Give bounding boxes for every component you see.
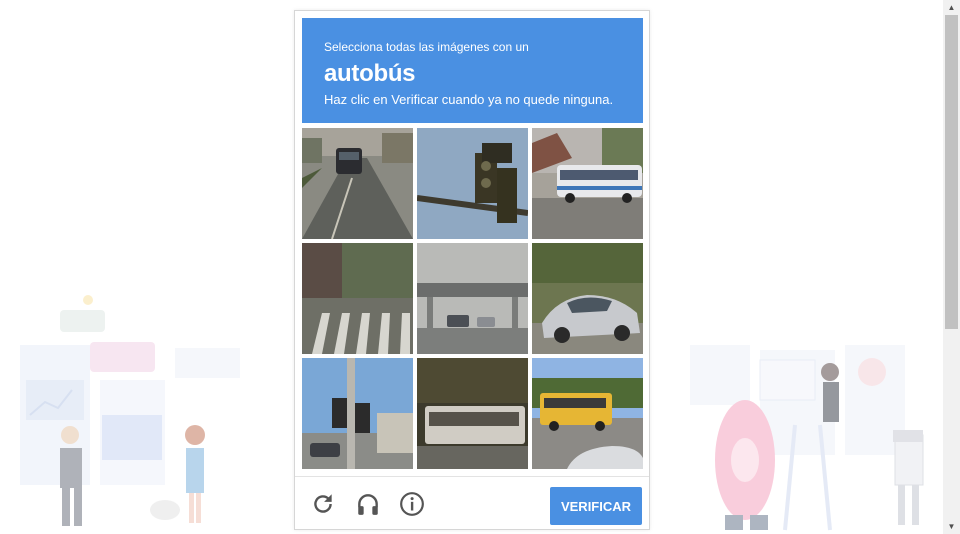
instruction-text: Selecciona todas las imágenes con un <box>324 40 529 54</box>
background-illustration-right <box>690 345 924 531</box>
image-tile[interactable] <box>302 128 413 239</box>
scroll-down-icon[interactable]: ▼ <box>943 519 960 534</box>
verify-button[interactable]: VERIFICAR <box>550 487 642 525</box>
image-grid <box>302 128 644 470</box>
captcha-challenge: Selecciona todas las imágenes con un aut… <box>294 10 650 530</box>
info-icon[interactable] <box>399 491 425 517</box>
headphones-icon[interactable] <box>355 491 381 517</box>
verify-hint-text: Haz clic en Verificar cuando ya no quede… <box>324 92 614 107</box>
target-object-label: autobús <box>324 60 416 87</box>
background-illustration-left <box>20 295 240 526</box>
image-tile[interactable] <box>532 358 643 469</box>
image-tile[interactable] <box>417 243 528 354</box>
challenge-header: Selecciona todas las imágenes con un aut… <box>302 18 643 123</box>
scrollbar-thumb[interactable] <box>945 15 958 329</box>
image-tile[interactable] <box>302 243 413 354</box>
scroll-up-icon[interactable]: ▲ <box>943 0 960 15</box>
image-tile[interactable] <box>302 358 413 469</box>
reload-icon[interactable] <box>310 491 336 517</box>
image-tile[interactable] <box>417 128 528 239</box>
image-tile[interactable] <box>532 243 643 354</box>
challenge-footer: VERIFICAR <box>295 476 649 530</box>
page-scrollbar[interactable]: ▲ ▼ <box>943 0 960 534</box>
image-tile[interactable] <box>417 358 528 469</box>
image-tile[interactable] <box>532 128 643 239</box>
